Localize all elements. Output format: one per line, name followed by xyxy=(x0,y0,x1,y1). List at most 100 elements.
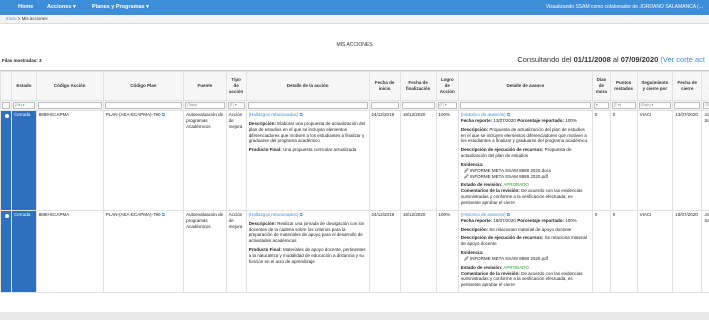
column-filter-input[interactable] xyxy=(460,102,591,109)
column-header[interactable]: Código Plan xyxy=(103,72,183,101)
evidence-file-name[interactable]: INFORME META SSAM 8889 2020.docx xyxy=(470,168,551,173)
hallazgos-line: (Hallazgos relacionados) ⧉ xyxy=(249,112,367,118)
codigo-accion-cell: 8890-ECAPMA xyxy=(36,210,103,292)
filter-cell: (T) ▾ xyxy=(436,101,458,111)
radio-icon[interactable] xyxy=(5,114,9,118)
column-filter-input[interactable] xyxy=(38,102,102,109)
external-link-icon[interactable]: ⧉ xyxy=(161,212,165,217)
external-link-icon[interactable]: ⧉ xyxy=(506,212,510,217)
recursos-paragraph: Descripción de ejecución de recursos: Se… xyxy=(461,235,590,247)
column-header[interactable]: Fecha de inicio xyxy=(369,72,400,101)
filter-cell: (T ▾) xyxy=(610,101,637,111)
nav-home[interactable]: Home xyxy=(18,4,33,10)
column-filter-input[interactable]: (Se) ▾ xyxy=(13,102,35,109)
column-header[interactable]: Tipo de acción xyxy=(226,72,246,101)
column-filter-input[interactable] xyxy=(371,102,399,109)
column-filter-input[interactable] xyxy=(2,102,10,109)
porcentaje-label: Porcentaje reportado: xyxy=(517,218,564,223)
column-header[interactable]: Fecha de finalización xyxy=(400,72,436,101)
view-cut-link[interactable]: (Ver corte act xyxy=(658,55,705,64)
column-filter-input[interactable]: (Todo) ▾ xyxy=(639,102,672,109)
fecha-inicio-cell: 24/12/2019 xyxy=(369,111,400,211)
actions-table-container[interactable]: EstadoCódigo AcciónCódigo PlanFuenteTipo… xyxy=(0,70,709,321)
fecha-reporte: 13/07/2020 xyxy=(493,118,516,123)
evidence-file-name[interactable]: INFORME META SSAM 8889 2020.pdf xyxy=(470,174,548,179)
column-filter-input[interactable] xyxy=(402,102,435,109)
external-link-icon[interactable]: ⧉ xyxy=(506,112,510,117)
filter-cell xyxy=(458,101,592,111)
column-header[interactable] xyxy=(1,72,12,101)
nav-planes-menu[interactable]: Planes y Programas ▾ xyxy=(92,4,149,10)
evidencia-label: Evidencia: xyxy=(461,250,484,255)
column-header[interactable]: Código Acción xyxy=(36,72,103,101)
breadcrumb: Inicio > Mis acciones xyxy=(6,16,48,21)
column-header[interactable]: Detalle de la acción xyxy=(246,72,369,101)
fecha-fin-cell: 18/12/2020 xyxy=(400,210,436,292)
logro-cell: 100% xyxy=(436,210,458,292)
avance-desc-text: Se relacionan material de apoyo docente xyxy=(489,227,571,232)
nav-acciones-menu[interactable]: Acciones ▾ xyxy=(47,4,76,10)
evidence-file[interactable]: 🖉 INFORME META SSAM 8889 2020.pdf xyxy=(464,174,590,180)
evidence-file[interactable]: 🖉 INFORME META SSAM 8890 2020.pdf xyxy=(464,256,590,262)
column-header[interactable]: Nombre responsa xyxy=(702,72,709,101)
descripcion-label: Descripción: xyxy=(249,221,276,226)
estado-cell: Cerrada xyxy=(12,210,37,292)
column-header[interactable]: Estado xyxy=(12,72,37,101)
column-filter-input[interactable] xyxy=(674,102,700,109)
filter-cell: (T) ▾ xyxy=(226,101,246,111)
external-link-icon[interactable]: ⧉ xyxy=(161,112,165,117)
hallazgos-link[interactable]: (Hallazgos relacionados) xyxy=(249,212,299,217)
column-filter-input[interactable]: (T) ▾ xyxy=(228,102,245,109)
top-navbar: Home Acciones ▾ Planes y Programas ▾ Vis… xyxy=(0,0,709,15)
filter-cell xyxy=(1,101,12,111)
column-filter-input[interactable]: (T ▾) xyxy=(612,102,636,109)
descripcion-paragraph: Descripción: Elaborar una propuesta de a… xyxy=(249,121,367,144)
revision-label: Estado de revisión: xyxy=(461,182,503,187)
external-link-icon[interactable]: ⧉ xyxy=(298,212,302,217)
fuente-cell: Autoevaluación de programas Académicos xyxy=(184,210,226,292)
fecha-cierre-cell: 13/07/2020 xyxy=(673,111,702,211)
row-select-cell[interactable] xyxy=(1,210,12,292)
table-row[interactable]: Cerrada8889-ECAPMAPLAN-(AEA-ECAPMA)-790 … xyxy=(1,111,709,211)
hallazgos-link[interactable]: (Hallazgos relacionados) xyxy=(249,112,299,117)
filter-cell xyxy=(369,101,400,111)
dias-mora-cell: 0 xyxy=(592,111,610,211)
table-row[interactable]: Cerrada8890-ECAPMAPLAN-(AEA-ECAPMA)-790 … xyxy=(1,210,709,292)
row-select-cell[interactable] xyxy=(1,111,12,211)
column-filter-input[interactable]: (T) ▾ xyxy=(438,102,457,109)
breadcrumb-home[interactable]: Inicio xyxy=(6,16,17,21)
revision-label: Estado de revisión: xyxy=(461,265,503,270)
column-filter-input[interactable]: (Todo) xyxy=(703,102,709,109)
column-filter-input[interactable] xyxy=(248,102,368,109)
evidencia-block: Evidencia:🖉 INFORME META SSAM 8890 2020.… xyxy=(461,250,590,262)
external-link-icon[interactable]: ⧉ xyxy=(298,112,302,117)
column-header[interactable]: Días de mora xyxy=(592,72,610,101)
column-header[interactable]: Puntos restados xyxy=(610,72,637,101)
column-filter-input[interactable]: (Todo) xyxy=(185,102,224,109)
fecha-cierre-cell: 18/07/2020 xyxy=(673,210,702,292)
column-header[interactable]: Fecha de cierre xyxy=(673,72,702,101)
column-header[interactable]: Detalle de avance xyxy=(458,72,592,101)
codigo-plan-text: PLAN-(AEA-ECAPMA)-790 xyxy=(106,212,161,217)
column-header[interactable]: Seguimiento y cierre por xyxy=(637,72,673,101)
fecha-reporte-label: Fecha reporte: xyxy=(461,218,492,223)
current-user-text[interactable]: Visualizando SSAM como colaborador de JO… xyxy=(546,4,703,10)
column-filter-input[interactable] xyxy=(105,102,182,109)
recursos-label: Descripción de ejecución de recursos: xyxy=(461,235,544,240)
evidence-file-name[interactable]: INFORME META SSAM 8890 2020.pdf xyxy=(470,256,548,261)
historico-link[interactable]: (Historico de avances) xyxy=(461,112,506,117)
codigo-plan-cell: PLAN-(AEA-ECAPMA)-790 ⧉ xyxy=(103,111,183,211)
detalle-accion-cell: (Hallazgos relacionados) ⧉ Descripción: E… xyxy=(246,111,369,211)
comentarios-label: Comentarios de la revisión: xyxy=(461,271,520,276)
historico-link[interactable]: (Historico de avances) xyxy=(461,212,506,217)
revision-block: Estado de revisión: APROBADOComentarios … xyxy=(461,182,590,205)
revision-block: Estado de revisión: APROBADOComentarios … xyxy=(461,265,590,288)
horizontal-scrollbar[interactable] xyxy=(0,312,709,320)
column-filter-input[interactable]: ▾ xyxy=(594,102,609,109)
filter-cell xyxy=(36,101,103,111)
radio-icon[interactable] xyxy=(5,214,9,218)
column-header[interactable]: Logro de Acción xyxy=(436,72,458,101)
tipo-accion-cell: Acción de mejora xyxy=(226,210,246,292)
column-header[interactable]: Fuente xyxy=(184,72,226,101)
filter-cell: (Todo) xyxy=(702,101,709,111)
